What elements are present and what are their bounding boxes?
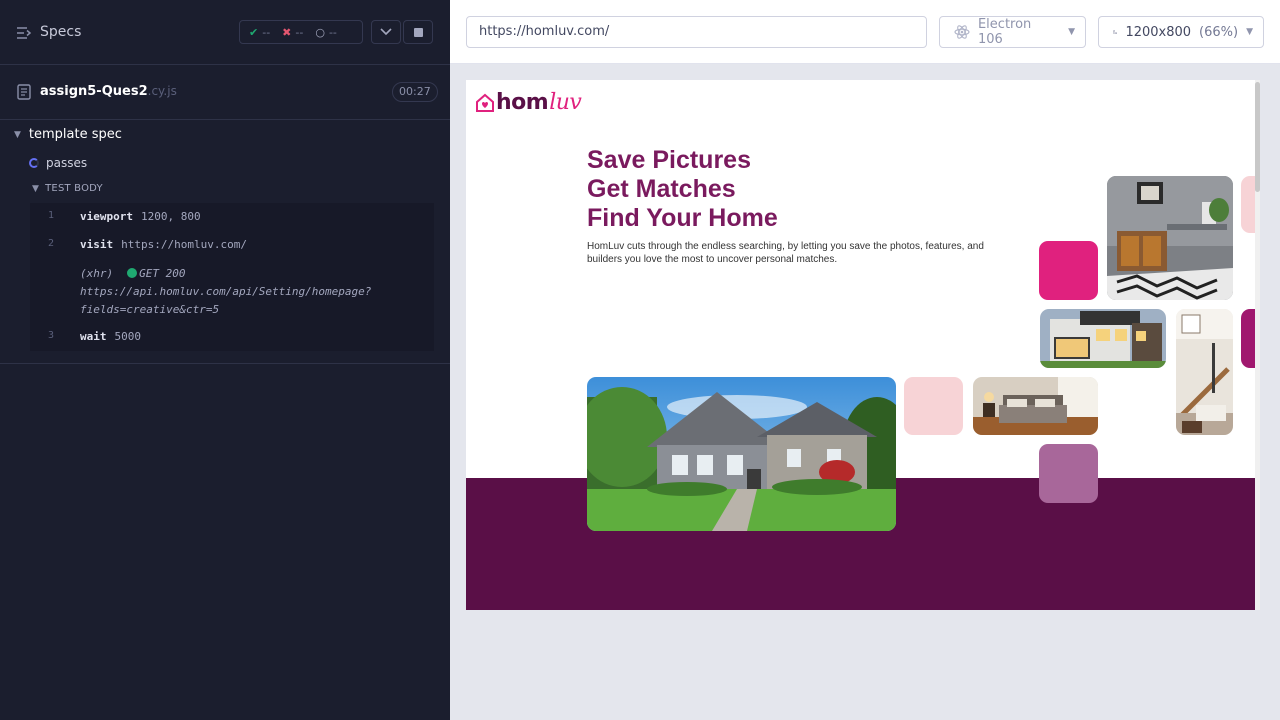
document-icon <box>17 84 31 100</box>
caret-down-icon: ▼ <box>32 183 40 194</box>
running-spinner-icon <box>29 158 39 168</box>
hero-heading: Save Pictures Get Matches Find Your Home <box>587 146 778 233</box>
spec-file-name[interactable]: assign5-Ques2.cy.js <box>40 84 177 99</box>
command-name-text: visit <box>80 238 114 251</box>
pending-circle-icon: ○ <box>315 25 325 39</box>
stop-button[interactable] <box>403 20 433 44</box>
spec-file-row: assign5-Ques2.cy.js 00:27 <box>0 66 450 120</box>
office-photo <box>1107 176 1233 300</box>
viewport-size: 1200x800 <box>1125 24 1192 40</box>
command-name: visit https://homluv.com/ <box>80 238 247 251</box>
viewport-scale: (66%) <box>1199 24 1239 40</box>
xhr-log-entry[interactable]: (xhr) GET 200 https://api.homluv.com/api/… <box>80 265 371 319</box>
xhr-url-line1: https://api.homluv.com/api/Setting/homep… <box>80 285 372 298</box>
hero-line-home: Find Your Home <box>587 204 778 232</box>
modern-house-photo <box>1040 309 1166 368</box>
ruler-icon <box>1113 30 1118 34</box>
specs-list-icon[interactable] <box>16 25 32 41</box>
suite-title-row[interactable]: ▼ template spec <box>14 127 122 142</box>
failed-count: -- <box>295 25 304 39</box>
command-number: 3 <box>48 330 55 341</box>
test-title: passes <box>46 156 88 170</box>
chevron-down-icon: ▼ <box>1246 27 1253 37</box>
viewport-info[interactable]: 1200x800 (66%) ▼ <box>1098 16 1264 48</box>
test-body-header[interactable]: ▼ TEST BODY <box>32 183 103 194</box>
logo-hom: hom <box>496 90 549 115</box>
scrollbar-thumb[interactable] <box>1255 82 1260 192</box>
command-name: wait 5000 <box>80 330 141 343</box>
electron-icon <box>954 25 970 39</box>
command-arg: https://homluv.com/ <box>121 238 247 251</box>
command-name-text: wait <box>80 330 107 343</box>
command-name: viewport 1200, 800 <box>80 210 201 223</box>
passed-check-icon: ✔ <box>249 25 259 39</box>
status-dot-icon <box>127 268 138 278</box>
staircase-photo <box>1176 309 1233 435</box>
xhr-tag: (xhr) <box>80 267 114 280</box>
command-log: 1 viewport 1200, 800 2 visit https://homlu… <box>30 203 434 351</box>
stop-icon <box>413 27 423 37</box>
cypress-reporter: Specs ✔ -- ✖ -- ○ -- assign5-Ques2.cy.js… <box>0 0 450 720</box>
aut-header: https://homluv.com/ Electron 106 ▼ 1200x… <box>450 0 1280 64</box>
page-scrollbar[interactable] <box>1255 80 1260 610</box>
app-under-test-frame: hom luv Save Pictures Get Matches Find Yo… <box>466 80 1260 610</box>
hero-subtext: HomLuv cuts through the endless searchin… <box>587 241 984 265</box>
test-stats: ✔ -- ✖ -- ○ -- <box>239 20 363 44</box>
command-number: 1 <box>48 210 55 221</box>
spec-file-basename: assign5-Ques2 <box>40 84 148 99</box>
mauve-tile <box>1039 444 1098 503</box>
chevron-down-icon: ▼ <box>1068 27 1075 37</box>
pink-tile <box>904 377 963 435</box>
xhr-status: GET 200 <box>139 267 186 280</box>
heart-house-logo-icon <box>476 93 494 112</box>
test-body-label: TEST BODY <box>45 183 103 194</box>
chevron-down-icon <box>380 28 392 36</box>
spec-duration: 00:27 <box>392 82 438 102</box>
url-bar[interactable]: https://homluv.com/ <box>466 16 927 48</box>
xhr-url-line2: fields=creative&ctr=5 <box>80 303 220 316</box>
logo-luv: luv <box>549 90 582 115</box>
hero-line-match: Get Matches <box>587 175 736 203</box>
command-arg: 5000 <box>114 330 142 343</box>
magenta-tile <box>1039 241 1098 300</box>
bedroom-photo <box>973 377 1098 435</box>
browser-name: Electron 106 <box>977 17 1032 47</box>
command-number: 2 <box>48 238 55 249</box>
house-photo <box>587 377 896 531</box>
command-name-text: viewport <box>80 210 133 223</box>
failed-x-icon: ✖ <box>282 25 292 39</box>
command-arg: 1200, 800 <box>140 210 201 223</box>
homluv-logo[interactable]: hom luv <box>475 90 582 115</box>
pending-count: -- <box>328 25 337 39</box>
passed-count: -- <box>262 25 271 39</box>
hero-line-save: Save Pictures <box>587 146 751 174</box>
caret-down-icon: ▼ <box>14 129 21 140</box>
test-row[interactable]: passes <box>29 156 87 170</box>
collapse-button[interactable] <box>371 20 401 44</box>
browser-selector[interactable]: Electron 106 ▼ <box>939 16 1086 48</box>
specs-label[interactable]: Specs <box>40 24 81 40</box>
reporter-divider <box>0 363 450 364</box>
suite-title: template spec <box>28 127 122 142</box>
reporter-header: Specs ✔ -- ✖ -- ○ -- <box>0 0 450 65</box>
spec-file-ext: .cy.js <box>147 84 177 98</box>
